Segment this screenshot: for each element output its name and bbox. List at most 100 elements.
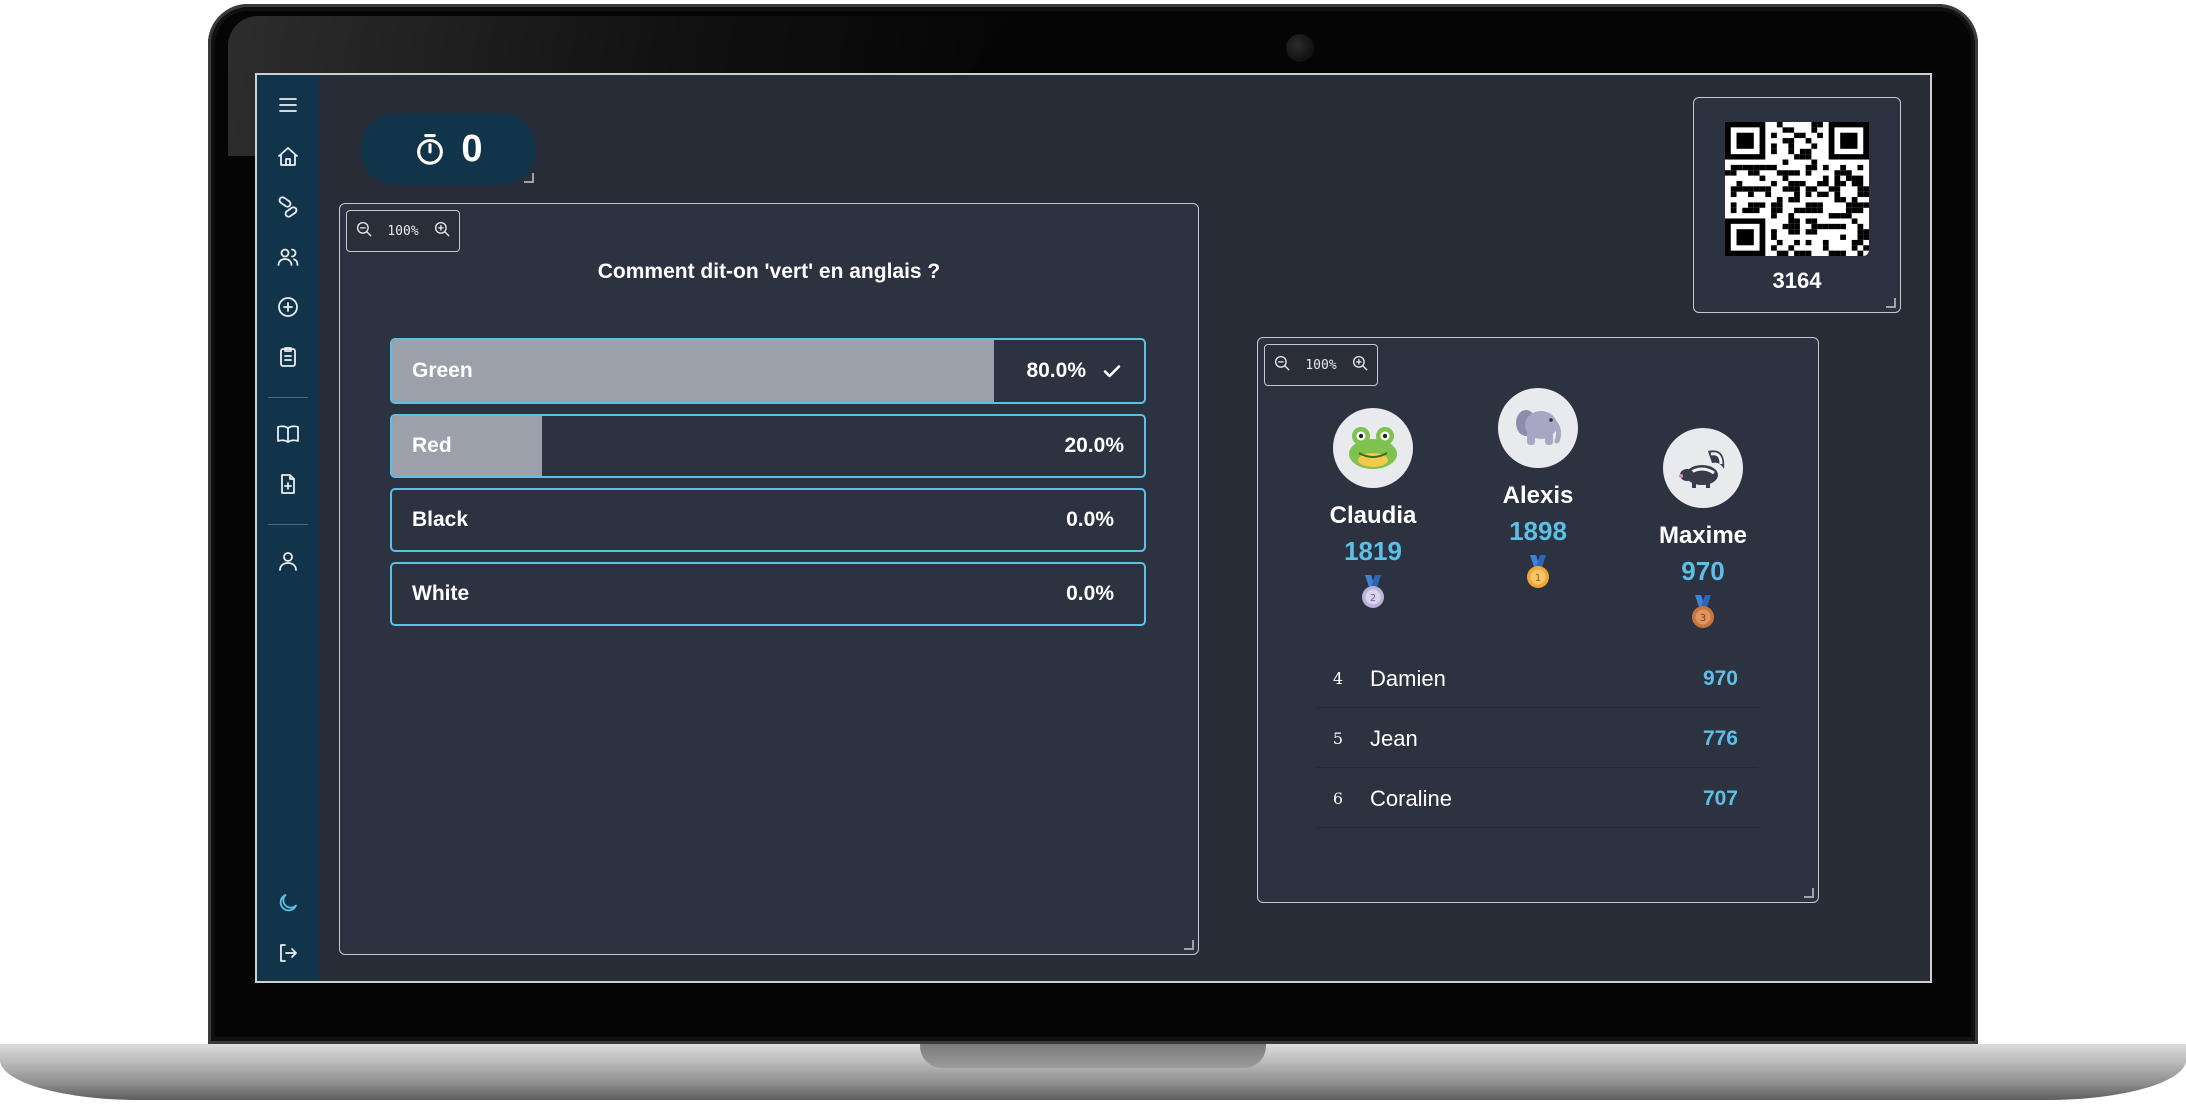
skunk-icon (1679, 450, 1725, 488)
leaderboard-panel: 100% Claudia 1819 2 Alexis 1898 1 Maxime… (1257, 337, 1819, 903)
resize-handle[interactable] (1804, 888, 1814, 898)
silver-medal-icon: 2 (1362, 575, 1384, 608)
zoom-out-icon (356, 221, 372, 237)
podium-name: Claudia (1329, 502, 1417, 529)
answer-percent-value: 0.0% (1066, 582, 1114, 605)
leaderboard-row: 5 Jean 776 (1316, 710, 1758, 768)
podium-score: 1898 (1509, 516, 1567, 546)
sidebar-item-create[interactable] (268, 287, 308, 327)
answer-percent-value: 80.0% (1026, 359, 1086, 382)
avatar (1498, 388, 1578, 468)
zoom-level: 100% (387, 223, 419, 239)
logout-button[interactable] (268, 933, 308, 973)
clipboard-icon (280, 347, 296, 367)
timer-value: 0 (461, 127, 483, 170)
home-icon (278, 147, 298, 166)
users-icon (277, 248, 299, 266)
question-text: Comment dit-on 'vert' en anglais ? (597, 260, 941, 283)
timer: 0 (360, 113, 536, 185)
moon-icon (279, 894, 297, 912)
answer-label: Red (412, 434, 452, 457)
sidebar-item-users[interactable] (268, 237, 308, 277)
answer-option[interactable]: Black 0.0% (390, 488, 1146, 552)
leaderboard-row: 4 Damien 970 (1316, 650, 1758, 708)
zoom-in-icon (1352, 355, 1368, 371)
sidebar-divider (268, 397, 308, 398)
row-score: 970 (1702, 666, 1738, 690)
theme-toggle[interactable] (268, 883, 308, 923)
user-icon (279, 552, 297, 571)
podium-name: Alexis (1502, 482, 1574, 509)
answer-label: White (412, 582, 470, 605)
bronze-medal-icon: 3 (1692, 595, 1714, 628)
sidebar-item-profile[interactable] (268, 541, 308, 581)
sidebar-divider (268, 524, 308, 525)
answer-percent: 0.0% (1066, 564, 1114, 624)
podium-third-place: Maxime 970 3 (1628, 428, 1778, 636)
medal-rank: 3 (1700, 613, 1706, 624)
file-plus-icon (281, 474, 295, 494)
row-rank: 6 (1332, 789, 1344, 808)
answer-option[interactable]: Red 20.0% (390, 414, 1146, 478)
qr-panel: 3164 (1693, 97, 1901, 313)
row-rank: 4 (1332, 669, 1344, 688)
question-zoom-control: 100% (346, 210, 460, 252)
plus-circle-icon (278, 297, 298, 317)
answer-percent: 80.0% (1026, 340, 1124, 402)
row-name: Coraline (1370, 785, 1452, 811)
podium-name: Maxime (1658, 522, 1748, 549)
room-code: 3164 (1772, 268, 1822, 293)
zoom-in-icon (434, 221, 450, 237)
screen: 0 100% Comment dit-on 'vert' en anglais … (255, 73, 1932, 983)
sidebar-item-quizzes[interactable] (268, 337, 308, 377)
base-notch (920, 1044, 1266, 1068)
podium-score: 1819 (1344, 536, 1402, 566)
medal-rank: 1 (1535, 573, 1541, 584)
menu-button[interactable] (268, 85, 308, 125)
stopwatch-icon (417, 133, 444, 165)
answer-percent-value: 20.0% (1064, 434, 1124, 457)
row-rank: 5 (1332, 729, 1344, 748)
webcam (1286, 34, 1314, 62)
book-icon (277, 425, 299, 443)
logout-icon (280, 944, 297, 962)
row-name: Damien (1370, 665, 1446, 691)
pill-icon (278, 196, 298, 218)
avatar (1663, 428, 1743, 508)
medal-rank: 2 (1370, 593, 1376, 604)
qr-code-image (1725, 122, 1869, 256)
qr-code (1725, 122, 1869, 256)
zoom-in-button[interactable] (1351, 354, 1369, 376)
zoom-out-button[interactable] (355, 220, 373, 242)
sidebar-item-pills[interactable] (268, 187, 308, 227)
podium-second-place: Claudia 1819 2 (1298, 408, 1448, 616)
check-icon (1103, 365, 1121, 378)
zoom-out-icon (1274, 355, 1290, 371)
sidebar (257, 75, 319, 981)
question-panel: 100% Comment dit-on 'vert' en anglais ? … (339, 203, 1199, 955)
answer-option[interactable]: Green 80.0% (390, 338, 1146, 404)
sidebar-item-home[interactable] (268, 137, 308, 177)
answer-label: Black (412, 508, 469, 531)
row-name: Jean (1370, 725, 1418, 751)
answer-option[interactable]: White 0.0% (390, 562, 1146, 626)
sidebar-item-library[interactable] (268, 414, 308, 454)
zoom-in-button[interactable] (433, 220, 451, 242)
answer-percent: 20.0% (1064, 416, 1124, 476)
resize-handle[interactable] (1184, 940, 1194, 950)
leaderboard-row: 6 Coraline 707 (1316, 770, 1758, 828)
gold-medal-icon: 1 (1527, 555, 1549, 588)
frog-icon (1349, 427, 1397, 469)
sidebar-item-new-file[interactable] (268, 464, 308, 504)
resize-handle[interactable] (524, 173, 534, 183)
row-score: 707 (1702, 786, 1738, 810)
zoom-level: 100% (1305, 357, 1337, 373)
avatar (1333, 408, 1413, 488)
zoom-out-button[interactable] (1273, 354, 1291, 376)
podium-first-place: Alexis 1898 1 (1463, 388, 1613, 596)
row-score: 776 (1702, 726, 1738, 750)
leaderboard-zoom-control: 100% (1264, 344, 1378, 386)
answer-fill (392, 340, 994, 402)
laptop-base (0, 1044, 2186, 1100)
resize-handle[interactable] (1886, 298, 1896, 308)
